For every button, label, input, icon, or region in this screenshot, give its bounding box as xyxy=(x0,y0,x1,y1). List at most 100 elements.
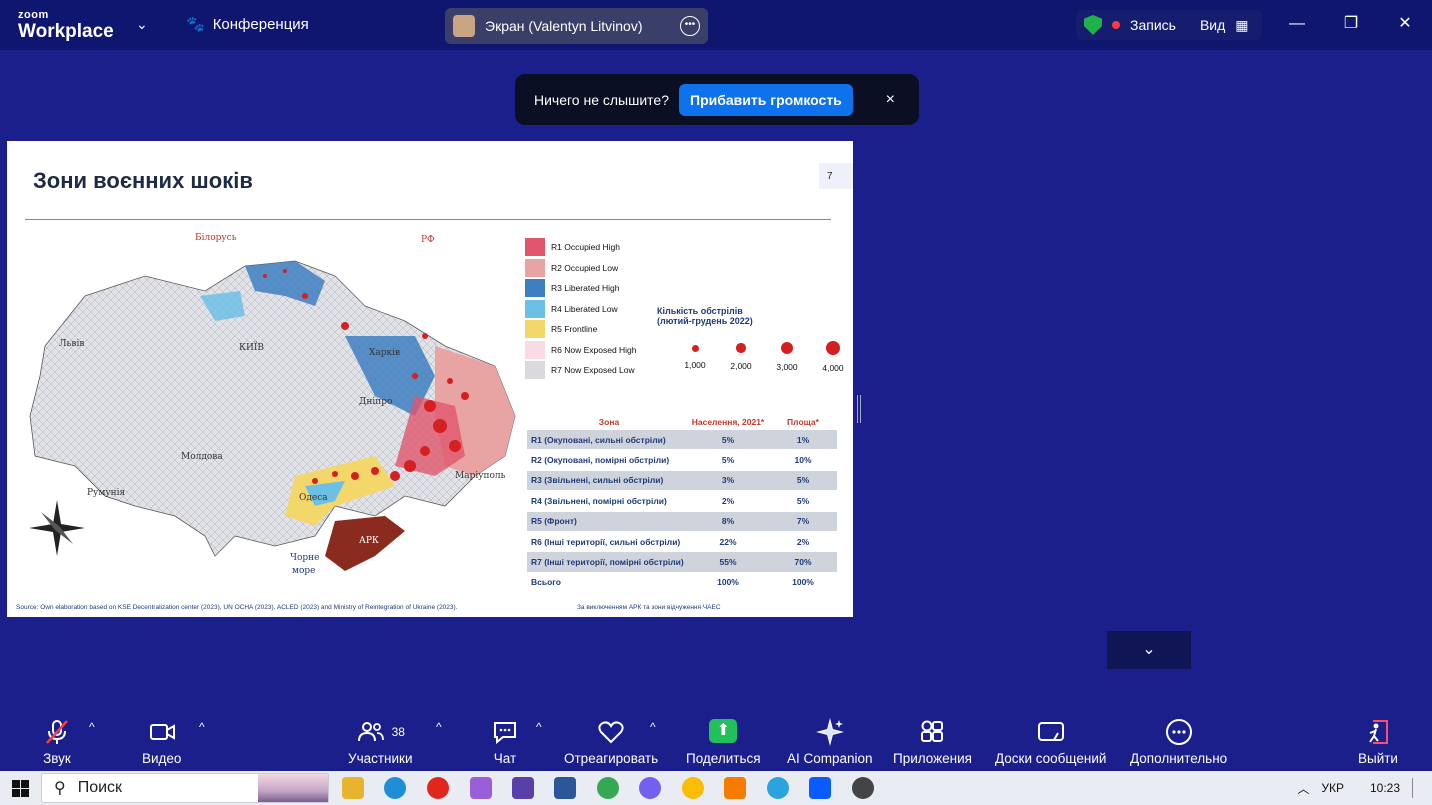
more-icon xyxy=(1165,719,1192,745)
map-label-sea-1: Чорне xyxy=(290,553,320,563)
language-indicator[interactable]: УКР xyxy=(1321,781,1344,795)
notification-message: Ничего не слышите? xyxy=(534,91,670,108)
table-cell: 5% xyxy=(721,434,735,445)
viber-icon[interactable] xyxy=(639,777,661,799)
apps-button[interactable]: Приложения xyxy=(893,717,972,766)
legend-swatch xyxy=(524,339,546,360)
chrome-icon[interactable] xyxy=(597,777,619,799)
table-cell: R7 (Інші території, помірні обстріли) xyxy=(531,557,684,568)
table-header: Зона Населення, 2021* Площа* xyxy=(527,414,837,430)
scale-item: 1,000 xyxy=(672,341,718,373)
chat-button[interactable]: Чат xyxy=(490,717,520,766)
show-desktop-button[interactable] xyxy=(1412,778,1422,798)
chat-icon xyxy=(494,722,516,745)
legend-swatch xyxy=(524,298,546,319)
legend-item: R7 Now Exposed Low xyxy=(524,360,637,381)
chevron-up-icon[interactable]: ^ xyxy=(199,720,205,734)
map-label-russia: РФ xyxy=(421,235,435,245)
microphone-muted-icon xyxy=(46,720,68,744)
chrome-profile-icon[interactable] xyxy=(682,777,704,799)
save-app-icon[interactable] xyxy=(512,777,534,799)
share-label: Экран (Valentyn Litvinov) xyxy=(485,18,643,34)
more-options-icon[interactable]: ••• xyxy=(680,16,700,36)
heart-icon xyxy=(598,721,624,744)
slide-title: Зони воєнних шоків xyxy=(33,168,253,193)
whiteboards-button[interactable]: Доски сообщений xyxy=(995,717,1106,766)
column-header: Площа* xyxy=(787,417,819,427)
word-icon[interactable] xyxy=(554,777,576,799)
video-grid xyxy=(881,128,1418,631)
app-icon[interactable] xyxy=(724,777,746,799)
ai-companion-label: AI Companion xyxy=(787,751,873,766)
compass-rose-icon xyxy=(29,500,85,556)
next-page-button[interactable]: ⌄ xyxy=(1107,631,1191,669)
search-highlight-image xyxy=(258,774,328,802)
legend-item: R6 Now Exposed High xyxy=(524,339,637,361)
logo-bottom-text: Workplace xyxy=(18,21,114,42)
scale-dot xyxy=(781,342,793,354)
legend-label: R6 Now Exposed High xyxy=(551,344,637,355)
leave-button[interactable]: Выйти xyxy=(1358,717,1398,766)
chevron-up-icon[interactable]: ^ xyxy=(89,720,95,734)
settings-gear-icon[interactable] xyxy=(852,777,874,799)
chevron-up-icon[interactable]: ^ xyxy=(650,720,656,734)
table-cell: 100% xyxy=(792,577,814,588)
table-cell: 2% xyxy=(796,536,810,547)
table-row: R2 (Окуповані, помірні обстріли) 5% 10% xyxy=(527,450,837,471)
table-cell: 2% xyxy=(721,495,735,506)
participants-button[interactable]: 38 Участники xyxy=(348,717,413,766)
avatar xyxy=(453,15,475,37)
conference-menu[interactable]: 🐾 Конференция xyxy=(186,15,309,34)
map-label-crimea: АРК xyxy=(359,536,379,546)
screen-share-indicator[interactable]: Экран (Valentyn Litvinov) ••• xyxy=(445,8,708,44)
chevron-up-icon[interactable]: ^ xyxy=(536,720,542,734)
clock[interactable]: 10:23 xyxy=(1370,781,1400,795)
table-row: R3 (Звільнені, сильні обстріли) 3% 5% xyxy=(527,470,837,492)
table-row: R7 (Інші території, помірні обстріли) 55%… xyxy=(527,552,837,573)
close-notification-button[interactable]: × xyxy=(874,91,907,109)
ai-companion-button[interactable]: AI Companion xyxy=(787,717,873,766)
close-icon[interactable]: ✕ xyxy=(1378,0,1432,50)
apps-label: Приложения xyxy=(893,751,972,766)
map-label-kharkiv: Харків xyxy=(369,348,401,358)
video-button[interactable]: Видео xyxy=(142,717,181,766)
tray-chevron-up-icon[interactable]: ︿ xyxy=(1297,780,1309,797)
record-label: Запись xyxy=(1130,17,1176,33)
legend-swatch xyxy=(524,360,546,381)
opera-icon[interactable] xyxy=(427,777,449,799)
increase-volume-button[interactable]: Прибавить громкость xyxy=(679,83,853,116)
minimize-icon[interactable]: — xyxy=(1270,0,1324,50)
table-cell: 3% xyxy=(721,475,735,486)
more-button[interactable]: Дополнительно xyxy=(1130,717,1227,766)
chevron-up-icon[interactable]: ^ xyxy=(436,720,442,734)
share-screen-button[interactable]: ⬆ Поделиться xyxy=(686,717,761,766)
react-button[interactable]: Отреагировать xyxy=(564,717,658,766)
table-cell: R5 (Фронт) xyxy=(531,516,577,527)
telegram-icon[interactable] xyxy=(767,777,789,799)
resize-handle[interactable] xyxy=(857,395,861,423)
record-status[interactable]: Запись Вид ▦ xyxy=(1076,10,1262,40)
chevron-down-icon[interactable]: ⌄ xyxy=(136,16,148,33)
scale-item: 3,000 xyxy=(764,341,810,373)
windows-start-icon[interactable] xyxy=(12,780,29,797)
zoom-logo[interactable]: zoom Workplace xyxy=(18,10,114,42)
table-cell: 5% xyxy=(796,495,810,506)
legend-item: R1 Occupied High xyxy=(524,237,637,258)
table-cell: R2 (Окуповані, помірні обстріли) xyxy=(531,455,670,466)
view-button[interactable]: Вид xyxy=(1200,17,1225,33)
zoom-taskbar-icon[interactable] xyxy=(809,777,831,799)
sparkle-icon xyxy=(815,718,844,746)
table-cell: R1 (Окуповані, сильні обстріли) xyxy=(531,434,666,445)
file-explorer-icon[interactable] xyxy=(342,777,364,799)
table-cell: 22% xyxy=(719,536,737,547)
edge-icon[interactable] xyxy=(384,777,406,799)
map-label-kyiv: КИЇВ xyxy=(239,343,264,353)
audio-button[interactable]: Звук xyxy=(42,717,72,766)
restore-icon[interactable]: ❐ xyxy=(1324,0,1378,50)
feather-app-icon[interactable] xyxy=(470,777,492,799)
taskbar-search[interactable]: ⚲ Поиск xyxy=(41,773,329,803)
table-cell: R3 (Звільнені, сильні обстріли) xyxy=(531,475,664,486)
map-label-lviv: Львів xyxy=(59,339,85,349)
scale-label: 1,000 xyxy=(684,359,706,370)
chat-label: Чат xyxy=(493,751,517,766)
